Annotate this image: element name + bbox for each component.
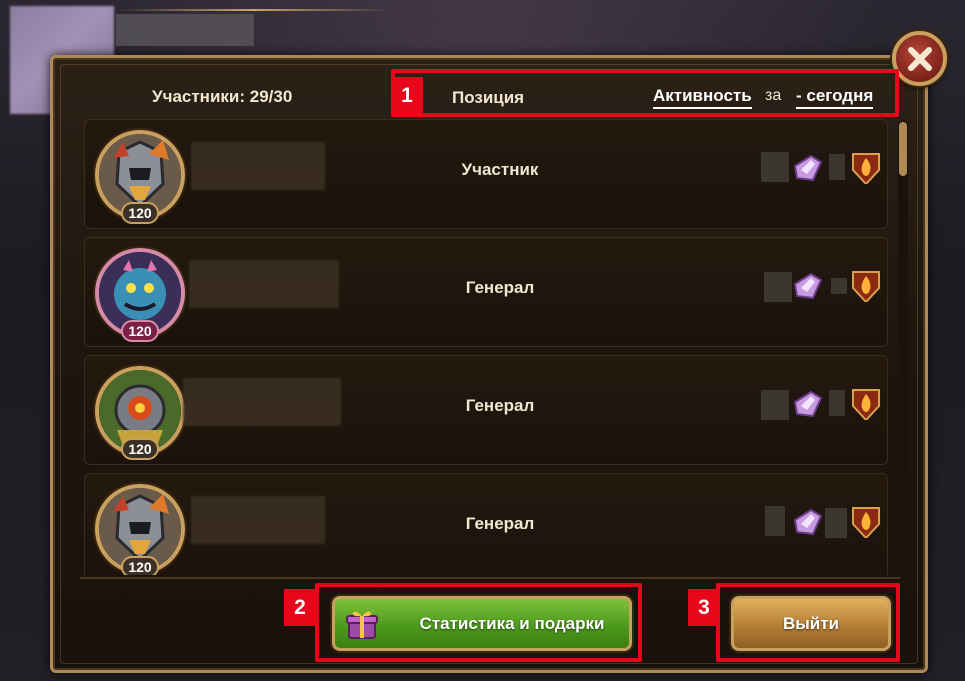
stat-value-blurred: [761, 390, 789, 420]
member-level: 120: [121, 556, 159, 575]
activity-sort-link[interactable]: Активность: [653, 86, 752, 109]
members-list[interactable]: 120 Участник 120 Генерал 120 Генерал 120…: [84, 119, 890, 575]
stat-value-blurred: [825, 508, 847, 538]
stats-and-gifts-button[interactable]: Статистика и подарки: [332, 596, 632, 651]
gift-icon: [345, 607, 379, 641]
top-decor-line: [116, 9, 392, 11]
flame-shield-icon: [849, 268, 883, 302]
activity-for-label: за: [765, 87, 782, 104]
guild-name-blurred: [116, 14, 254, 46]
member-level: 120: [121, 438, 159, 460]
member-rank: Генерал: [465, 514, 535, 533]
stat-value-blurred: [761, 152, 789, 182]
member-rank: Участник: [461, 160, 539, 179]
member-name-blurred: [191, 142, 325, 190]
member-name-blurred: [189, 260, 339, 308]
scrollbar-thumb[interactable]: [899, 122, 907, 176]
member-row[interactable]: 120 Генерал: [84, 237, 888, 347]
flame-shield-icon: [849, 150, 883, 184]
member-row[interactable]: 120 Генерал: [84, 355, 888, 465]
stat-value-blurred: [829, 390, 845, 416]
close-button[interactable]: [892, 31, 947, 86]
badge-1: 1: [391, 77, 423, 114]
member-level: 120: [121, 202, 159, 224]
column-position[interactable]: Позиция: [452, 88, 524, 108]
badge-2: 2: [284, 589, 316, 626]
stat-value-blurred: [831, 278, 847, 294]
badge-3: 3: [688, 589, 720, 626]
member-rank: Генерал: [465, 396, 535, 415]
stats-and-gifts-label: Статистика и подарки: [419, 613, 605, 633]
footer-divider: [80, 577, 900, 579]
stat-value-blurred: [764, 272, 792, 302]
member-row[interactable]: 120 Генерал: [84, 473, 888, 575]
gem-icon: [791, 506, 825, 540]
member-name-blurred: [183, 378, 341, 426]
exit-button[interactable]: Выйти: [731, 596, 891, 651]
stat-value-blurred: [765, 506, 785, 536]
stat-value-blurred: [829, 154, 845, 180]
close-icon: [907, 46, 932, 71]
flame-shield-icon: [849, 386, 883, 420]
flame-shield-icon: [849, 504, 883, 538]
period-selector[interactable]: - сегодня: [796, 86, 874, 109]
member-name-blurred: [191, 496, 325, 544]
gem-icon: [791, 152, 825, 186]
gem-icon: [791, 270, 825, 304]
gem-icon: [791, 388, 825, 422]
members-count: Участники: 29/30: [152, 87, 293, 106]
member-rank: Генерал: [465, 278, 535, 297]
scrollbar-track[interactable]: [898, 120, 908, 572]
member-row[interactable]: 120 Участник: [84, 119, 888, 229]
member-level: 120: [121, 320, 159, 342]
